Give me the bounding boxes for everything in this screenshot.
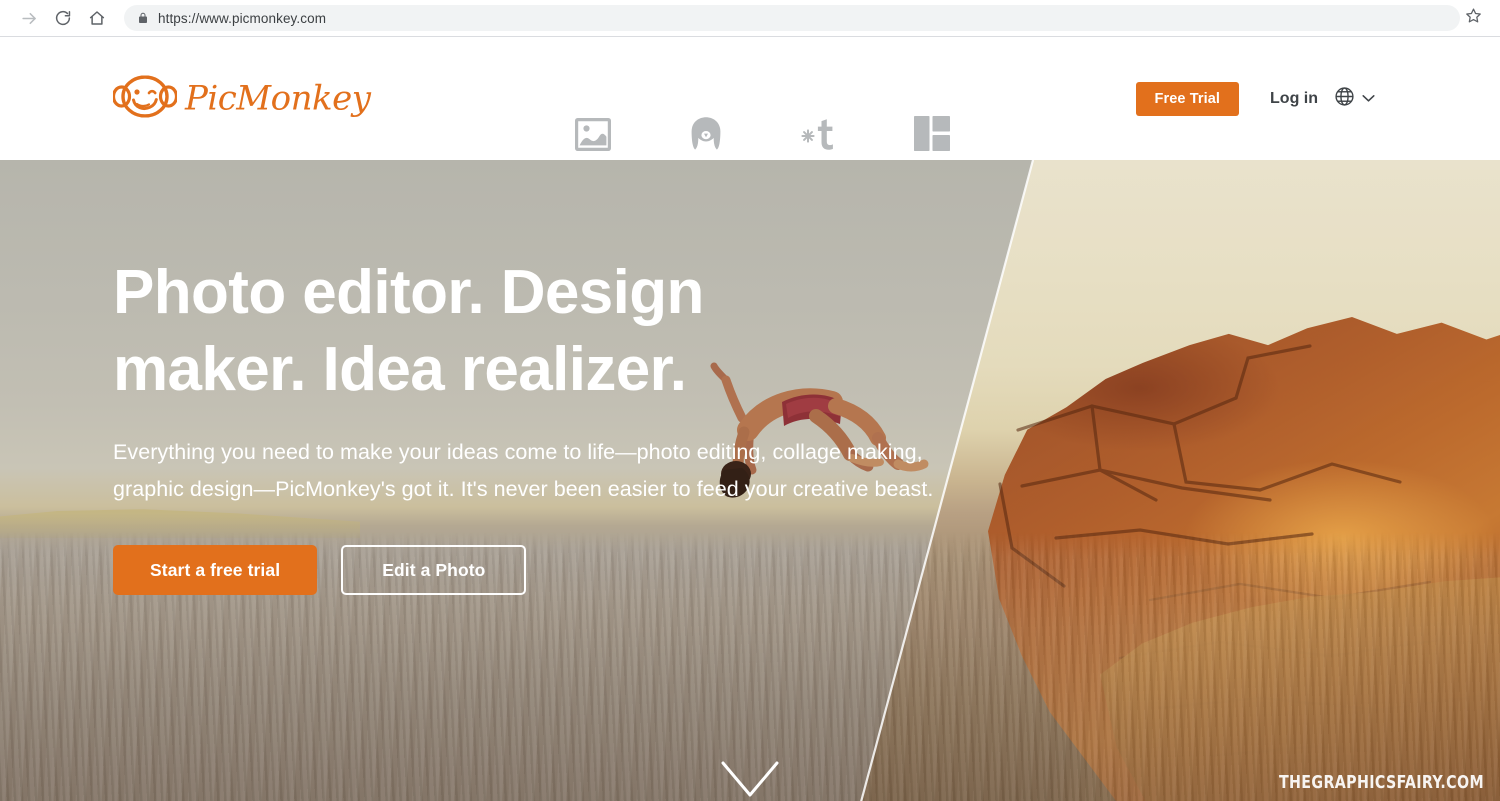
free-trial-button[interactable]: Free Trial xyxy=(1135,81,1240,116)
reload-icon xyxy=(54,9,72,27)
hero-section: Photo editor. Design maker. Idea realize… xyxy=(0,160,1500,801)
chevron-down-icon xyxy=(1362,90,1375,108)
site-header: PicMonkey Edit Touch Up xyxy=(0,37,1500,175)
lock-icon xyxy=(137,11,149,25)
sparkle-t-icon xyxy=(799,115,839,151)
grid-icon xyxy=(913,115,950,151)
reload-button[interactable] xyxy=(46,4,80,32)
image-icon xyxy=(574,115,611,151)
bookmark-star-icon xyxy=(1465,7,1482,29)
forward-button[interactable] xyxy=(12,4,46,32)
browser-toolbar: https://www.picmonkey.com xyxy=(0,0,1500,36)
face-icon xyxy=(687,115,725,151)
scroll-down-button[interactable] xyxy=(719,759,781,801)
address-bar[interactable]: https://www.picmonkey.com xyxy=(124,5,1460,31)
hero-copy: Photo editor. Design maker. Idea realize… xyxy=(113,254,953,595)
monkey-face-icon xyxy=(111,74,179,122)
chevron-down-icon xyxy=(719,761,781,801)
language-selector[interactable] xyxy=(1334,86,1375,112)
bookmark-button[interactable] xyxy=(1460,5,1486,31)
logo-wordmark: PicMonkey xyxy=(185,78,371,119)
home-button[interactable] xyxy=(80,4,114,32)
picmonkey-logo[interactable]: PicMonkey xyxy=(111,74,371,122)
header-actions: Free Trial Log in xyxy=(1135,81,1375,116)
globe-icon xyxy=(1334,86,1355,112)
hero-title: Photo editor. Design maker. Idea realize… xyxy=(113,258,704,404)
hero-subtitle: Everything you need to make your ideas c… xyxy=(113,440,934,501)
login-link[interactable]: Log in xyxy=(1270,90,1318,108)
watermark: THEGRAPHICSFAIRY.COM xyxy=(1278,772,1484,793)
hero-cta-group: Start a free trial Edit a Photo xyxy=(113,545,953,595)
edit-a-photo-button[interactable]: Edit a Photo xyxy=(341,545,527,595)
start-free-trial-button[interactable]: Start a free trial xyxy=(113,545,318,595)
home-icon xyxy=(88,9,106,27)
forward-arrow-icon xyxy=(20,9,39,28)
url-text: https://www.picmonkey.com xyxy=(158,10,327,26)
